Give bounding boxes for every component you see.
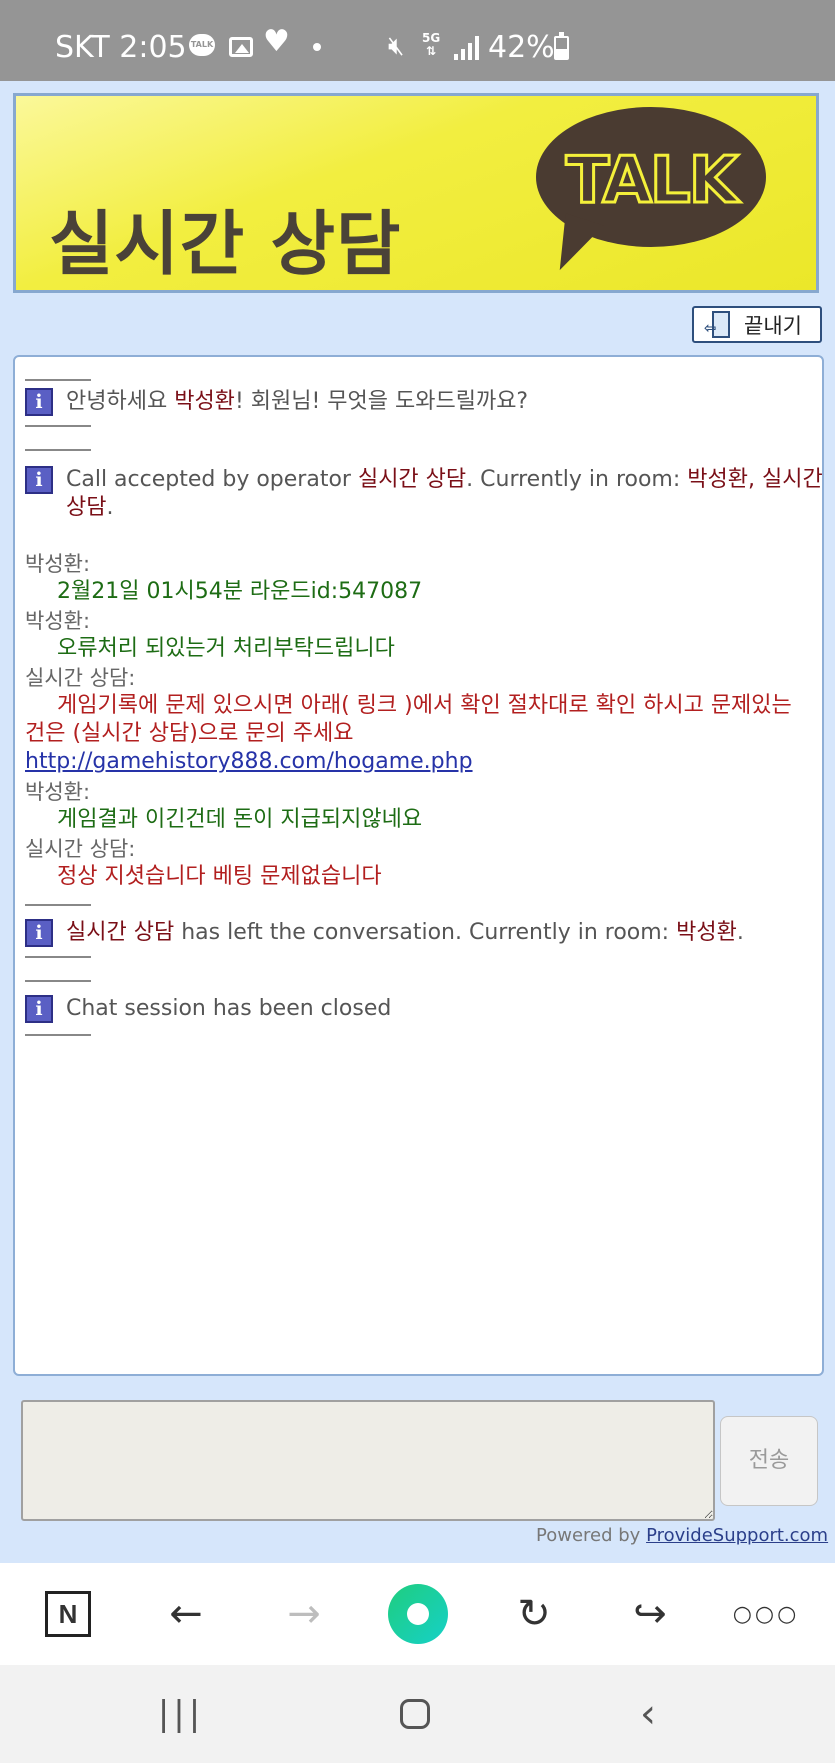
battery-percentage: 42% (488, 30, 555, 65)
back-nav-button[interactable]: ‹ (608, 1665, 688, 1763)
powered-by: Powered by ProvideSupport.com (536, 1525, 829, 1546)
operator-message: 정상 지셧습니다 베팅 문제없습니다 (57, 864, 382, 889)
green-dot-icon (388, 1584, 448, 1644)
signal-strength-icon (454, 34, 480, 60)
exit-door-icon: ⇦ (704, 311, 734, 338)
battery-icon (554, 32, 569, 60)
reload-icon: ↻ (517, 1591, 551, 1637)
gamehistory-link[interactable]: http://gamehistory888.com/hogame.php (25, 749, 473, 774)
send-button[interactable]: 전송 (720, 1416, 818, 1506)
recent-apps-button[interactable]: ||| (141, 1665, 221, 1763)
system-nav-bar: ||| ‹ (0, 1665, 835, 1763)
more-dots-icon: ○○○ (732, 1601, 800, 1627)
message-author: 박성환: (25, 780, 91, 804)
customer-message: 2월21일 01시54분 라운드id:547087 (57, 579, 423, 604)
separator (25, 449, 91, 451)
operator-name: 실시간 상담 (66, 920, 175, 945)
separator (25, 379, 91, 381)
forward-button[interactable]: → (264, 1563, 344, 1665)
separator (25, 904, 91, 906)
network-5g-icon: 5G ⇅ (422, 31, 441, 58)
home-square-icon (400, 1699, 430, 1729)
chevron-left-icon: ‹ (640, 1691, 656, 1737)
mute-icon: 🔇︎ (388, 31, 405, 61)
naver-n-icon: N (45, 1591, 91, 1637)
heart-notification-icon: ♥ (263, 24, 290, 59)
talk-logo-text: TALK (564, 143, 740, 220)
customer-message: 오류처리 되있는거 처리부탁드립니다 (57, 636, 395, 661)
image-notification-icon (229, 37, 253, 57)
more-button[interactable]: ○○○ (726, 1563, 806, 1665)
message-author: 실시간 상담: (25, 837, 136, 861)
separator (25, 980, 91, 982)
share-arrow-icon: ↪ (633, 1591, 667, 1637)
providesupport-link[interactable]: ProvideSupport.com (646, 1525, 828, 1546)
separator (25, 956, 91, 958)
chat-banner: TALK 실시간 상담 (13, 93, 819, 293)
arrow-right-icon: → (287, 1591, 321, 1637)
info-icon: i (25, 388, 53, 416)
reload-button[interactable]: ↻ (494, 1563, 574, 1665)
chat-transcript[interactable]: i 안녕하세요 박성환! 회원님! 무엇을 도와드릴까요? i Call acc… (13, 355, 824, 1376)
status-bar: SKT 2:05 TALK ♥ 🔇︎ 5G ⇅ 42% (0, 0, 835, 81)
info-icon: i (25, 919, 53, 947)
naver-n-button[interactable]: N (28, 1563, 108, 1665)
customer-name: 박성환 (174, 389, 235, 414)
customer-message: 게임결과 이긴건데 돈이 지급되지않네요 (57, 807, 423, 832)
recent-apps-icon: ||| (157, 1694, 205, 1734)
separator (25, 425, 91, 427)
message-author: 박성환: (25, 552, 91, 576)
separator (25, 1034, 91, 1036)
home-nav-button[interactable] (375, 1665, 455, 1763)
back-button[interactable]: ← (146, 1563, 226, 1665)
home-button[interactable] (378, 1563, 458, 1665)
status-time: SKT 2:05 (55, 30, 187, 65)
info-icon: i (25, 995, 53, 1023)
operator-name: 실시간 상담 (357, 467, 467, 492)
arrow-left-icon: ← (169, 1591, 203, 1637)
end-chat-button[interactable]: ⇦ 끝내기 (692, 306, 822, 343)
end-chat-label: 끝내기 (744, 313, 802, 338)
browser-toolbar: N ← → ↻ ↪ ○○○ (0, 1563, 835, 1665)
info-icon: i (25, 466, 53, 494)
operator-message: 게임기록에 문제 있으시면 아래( 링크 )에서 확인 절차대로 확인 하시고 … (25, 693, 792, 774)
message-input[interactable] (21, 1400, 715, 1521)
room-members: 박성환 (676, 920, 737, 945)
more-notifications-dot-icon (313, 43, 321, 51)
banner-title: 실시간 상담 (49, 203, 402, 285)
message-author: 박성환: (25, 609, 91, 633)
kakaotalk-notification-icon: TALK (189, 34, 215, 56)
talk-bubble-tail (548, 213, 604, 279)
share-button[interactable]: ↪ (610, 1563, 690, 1665)
message-author: 실시간 상담: (25, 666, 136, 690)
